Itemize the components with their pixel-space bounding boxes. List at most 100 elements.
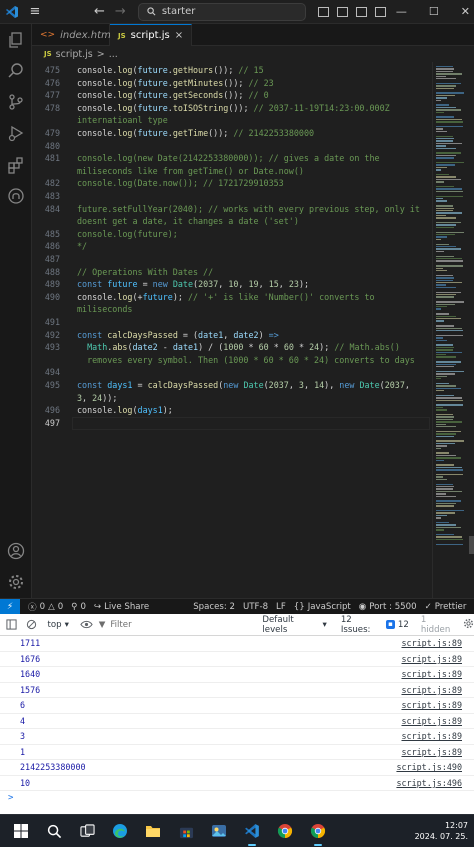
code-line[interactable]: 485 console.log(future); xyxy=(32,228,432,241)
indentation-setting[interactable]: Spaces: 2 xyxy=(193,602,235,612)
customize-layout-icon[interactable] xyxy=(374,6,386,17)
prettier-status[interactable]: ✓ Prettier xyxy=(425,602,467,612)
source-control-icon[interactable] xyxy=(6,92,26,112)
edge-browser-icon[interactable] xyxy=(108,819,132,843)
forward-button[interactable]: → xyxy=(115,4,126,19)
store-icon[interactable] xyxy=(174,819,198,843)
code-token: new xyxy=(152,279,173,290)
log-source-link[interactable]: script.js:89 xyxy=(401,716,462,726)
code-line[interactable]: 488 // Operations With Dates // xyxy=(32,266,432,279)
log-source-link[interactable]: script.js:89 xyxy=(401,700,462,710)
code-line[interactable]: 478 console.log(future.toISOString()); //… xyxy=(32,102,432,115)
code-line[interactable]: 497 xyxy=(32,416,432,430)
log-source-link[interactable]: script.js:89 xyxy=(401,654,462,664)
line-code: removes every symbol. Then (1000 * 60 * … xyxy=(77,354,415,367)
eol-setting[interactable]: LF xyxy=(276,602,286,612)
code-line[interactable]: 484 future.setFullYear(2040); // works wi… xyxy=(32,203,432,216)
run-debug-icon[interactable] xyxy=(6,123,26,143)
code-line[interactable]: 3, 24)); xyxy=(32,392,432,405)
code-line[interactable]: 487 xyxy=(32,253,432,266)
explorer-icon[interactable] xyxy=(6,30,26,50)
code-line[interactable]: 493 Math.abs(date2 - date1) / (1000 * 60… xyxy=(32,341,432,354)
console-settings-icon[interactable] xyxy=(463,618,474,632)
minimap-slider[interactable] xyxy=(469,536,474,554)
context-selector[interactable]: top ▾ xyxy=(48,620,75,630)
code-token: */ xyxy=(77,241,88,252)
breadcrumb-file[interactable]: script.js xyxy=(56,49,93,60)
search-icon[interactable] xyxy=(42,819,66,843)
log-source-link[interactable]: script.js:89 xyxy=(401,731,462,741)
minimap[interactable] xyxy=(432,62,474,598)
clear-console-icon[interactable] xyxy=(24,617,40,633)
tab-index-html[interactable]: <> index.html xyxy=(32,24,114,46)
code-line[interactable]: 491 xyxy=(32,316,432,329)
menu-icon[interactable]: ≡ xyxy=(24,0,46,24)
code-line[interactable]: miliseconds like from getTime() or Date.… xyxy=(32,165,432,178)
remote-indicator-icon[interactable]: ⚡ xyxy=(0,598,20,615)
code-line[interactable]: 482 console.log(Date.now()); // 172172991… xyxy=(32,177,432,190)
toggle-secondary-sidebar-icon[interactable] xyxy=(355,6,367,17)
file-explorer-icon[interactable] xyxy=(141,819,165,843)
remote-explorer-icon[interactable] xyxy=(6,186,26,206)
minimize-button[interactable]: — xyxy=(396,5,407,18)
live-server-port[interactable]: ◉ Port : 5500 xyxy=(359,602,417,612)
code-line[interactable]: 496 console.log(days1); xyxy=(32,404,432,417)
code-line[interactable]: 480 xyxy=(32,140,432,153)
log-source-link[interactable]: script.js:89 xyxy=(401,685,462,695)
encoding-setting[interactable]: UTF-8 xyxy=(243,602,268,612)
code-line[interactable]: 489 const future = new Date(2037, 10, 19,… xyxy=(32,278,432,291)
live-share-button[interactable]: ↪ Live Share xyxy=(94,602,149,612)
code-line[interactable]: 476 console.log(future.getMinutes()); // … xyxy=(32,77,432,90)
task-view-icon[interactable] xyxy=(75,819,99,843)
back-button[interactable]: ← xyxy=(94,4,105,19)
code-line[interactable]: miliseconds xyxy=(32,303,432,316)
log-source-link[interactable]: script.js:496 xyxy=(396,778,462,788)
code-line[interactable]: 479 console.log(future.getTime()); // 214… xyxy=(32,127,432,140)
code-line[interactable]: 486 */ xyxy=(32,240,432,253)
language-mode[interactable]: {} JavaScript xyxy=(294,602,351,612)
chrome-icon[interactable] xyxy=(273,819,297,843)
close-tab-icon[interactable]: × xyxy=(175,30,183,41)
log-source-link[interactable]: script.js:89 xyxy=(401,669,462,679)
sidebar-toggle-icon[interactable] xyxy=(4,617,20,633)
toggle-panel-icon[interactable] xyxy=(336,6,348,17)
issues-button[interactable]: 12 Issues: ▪ 12 xyxy=(341,615,409,635)
photos-app-icon[interactable] xyxy=(207,819,231,843)
close-window-button[interactable]: ✕ xyxy=(461,5,470,18)
code-line[interactable]: 483 xyxy=(32,190,432,203)
code-line[interactable]: doesnt get a date, it changes a date ('s… xyxy=(32,215,432,228)
code-line[interactable]: 490 console.log(+future); // '+' is like … xyxy=(32,291,432,304)
problems-indicator[interactable]: ⓧ 0 △ 0 xyxy=(28,601,63,613)
code-line[interactable]: 475 console.log(future.getHours()); // 15 xyxy=(32,64,432,77)
console-prompt[interactable]: > xyxy=(0,791,474,805)
vscode-taskbar-icon[interactable] xyxy=(240,819,264,846)
code-line[interactable]: 477 console.log(future.getSeconds()); // … xyxy=(32,89,432,102)
account-icon[interactable] xyxy=(6,541,26,561)
ports-indicator[interactable]: ⚲ 0 xyxy=(71,602,86,612)
system-clock[interactable]: 12:07 2024. 07. 25. xyxy=(415,820,468,842)
maximize-button[interactable]: ☐ xyxy=(429,5,439,18)
settings-gear-icon[interactable] xyxy=(6,572,26,592)
code-line[interactable]: 481 console.log(new Date(2142253380000));… xyxy=(32,152,432,165)
code-line[interactable]: internatioanl type xyxy=(32,114,432,127)
code-editor[interactable]: 475 console.log(future.getHours()); // 15… xyxy=(32,62,432,598)
minimap-line xyxy=(436,366,455,368)
tab-script-js[interactable]: JS script.js × xyxy=(110,24,192,46)
log-source-link[interactable]: script.js:89 xyxy=(401,747,462,757)
command-center-search[interactable]: starter xyxy=(137,2,306,21)
extensions-icon[interactable] xyxy=(6,155,26,175)
search-icon[interactable] xyxy=(6,61,26,81)
console-filter-input[interactable]: ▼ Filter xyxy=(99,620,259,630)
log-source-link[interactable]: script.js:490 xyxy=(396,762,462,772)
code-line[interactable]: 492 const calcDaysPassed = (date1, date2)… xyxy=(32,329,432,342)
live-expression-eye-icon[interactable] xyxy=(79,617,95,633)
breadcrumb-more[interactable]: ... xyxy=(109,49,118,60)
code-line[interactable]: removes every symbol. Then (1000 * 60 * … xyxy=(32,354,432,367)
log-levels-dropdown[interactable]: Default levels ▾ xyxy=(262,615,326,635)
toggle-sidebar-icon[interactable] xyxy=(317,6,329,17)
chrome-profile-icon[interactable] xyxy=(306,819,330,846)
code-line[interactable]: 495 const days1 = calcDaysPassed(new Date… xyxy=(32,379,432,392)
windows-start-icon[interactable] xyxy=(9,819,33,843)
log-source-link[interactable]: script.js:89 xyxy=(401,638,462,648)
code-line[interactable]: 494 xyxy=(32,366,432,379)
